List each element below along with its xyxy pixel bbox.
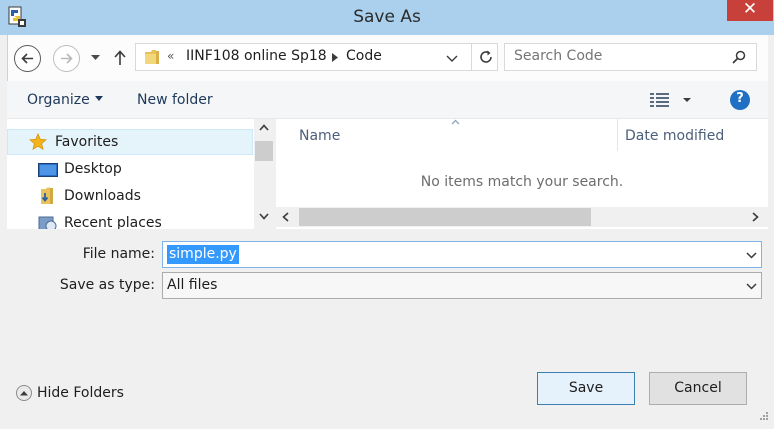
cancel-button[interactable]: Cancel: [649, 372, 747, 405]
save-as-type-label: Save as type:: [59, 277, 155, 293]
back-arrow-icon: [21, 53, 33, 64]
breadcrumb-item[interactable]: Code: [346, 48, 382, 64]
column-header-name[interactable]: Name: [299, 128, 340, 144]
save-as-type-value: All files: [167, 277, 218, 293]
file-name-label: File name:: [82, 246, 155, 262]
navigation-pane[interactable]: Favorites Desktop Downloads Recent place…: [7, 119, 274, 229]
breadcrumb-item[interactable]: IINF108 online Sp18: [186, 48, 327, 64]
desktop-icon: [38, 163, 58, 177]
help-icon: ?: [736, 91, 744, 106]
star-icon: [29, 133, 47, 151]
downloads-folder-icon: [41, 187, 53, 204]
file-list[interactable]: Name Date modified No items match your s…: [276, 119, 768, 229]
column-header-date-modified[interactable]: Date modified: [625, 128, 724, 144]
file-name-input[interactable]: simple.py: [167, 245, 239, 264]
navigation-scrollbar[interactable]: [254, 119, 274, 229]
nav-item-recent-places[interactable]: Recent places: [7, 211, 253, 229]
file-name-combobox[interactable]: simple.py: [162, 241, 762, 268]
nav-item-label: Desktop: [64, 161, 122, 177]
sort-ascending-icon: [451, 119, 460, 125]
scroll-up-arrow-icon[interactable]: [259, 124, 269, 131]
address-bar[interactable]: « IINF108 online Sp18 Code: [135, 43, 498, 71]
window-title: Save As: [353, 7, 421, 27]
scroll-left-arrow-icon[interactable]: [282, 212, 289, 222]
close-button[interactable]: ✕: [727, 0, 773, 21]
scrollbar-thumb[interactable]: [299, 208, 591, 226]
forward-arrow-icon: [61, 53, 73, 64]
nav-item-desktop[interactable]: Desktop: [7, 157, 253, 183]
organize-button[interactable]: Organize: [27, 92, 103, 108]
close-icon: ✕: [742, 0, 758, 19]
help-button[interactable]: ?: [730, 90, 750, 110]
chevron-down-icon[interactable]: [446, 55, 458, 62]
change-view-button[interactable]: [650, 91, 694, 109]
hide-folders-label: Hide Folders: [37, 385, 124, 401]
back-button[interactable]: [14, 45, 41, 72]
search-input[interactable]: [514, 48, 714, 64]
recent-places-icon: [38, 216, 57, 229]
scroll-down-arrow-icon[interactable]: [259, 213, 269, 220]
nav-item-downloads[interactable]: Downloads: [7, 184, 253, 210]
empty-message: No items match your search.: [420, 174, 624, 190]
nav-item-label: Favorites: [55, 134, 119, 150]
nav-item-label: Downloads: [64, 188, 141, 204]
resize-grip-icon[interactable]: [757, 411, 769, 423]
title-bar[interactable]: Save As ✕: [0, 0, 774, 35]
up-arrow-icon[interactable]: [113, 50, 127, 66]
scrollbar-thumb[interactable]: [255, 141, 273, 161]
chevron-down-icon[interactable]: [746, 283, 757, 290]
forward-button[interactable]: [53, 45, 80, 72]
file-list-horizontal-scrollbar[interactable]: [276, 207, 768, 227]
scroll-right-arrow-icon[interactable]: [752, 212, 759, 222]
search-icon[interactable]: [732, 50, 746, 64]
refresh-icon: [480, 50, 492, 63]
caret-down-icon: [94, 96, 103, 101]
collapse-up-icon: [16, 385, 32, 401]
command-bar: Organize New folder ?: [7, 81, 768, 119]
new-folder-button[interactable]: New folder: [137, 92, 213, 108]
breadcrumb-separator-icon[interactable]: [332, 53, 338, 62]
details-view-icon: [650, 93, 691, 107]
save-as-type-select[interactable]: All files: [162, 272, 762, 299]
save-button[interactable]: Save: [537, 372, 635, 405]
column-divider[interactable]: [617, 119, 618, 151]
recent-locations-dropdown-icon[interactable]: [91, 54, 100, 62]
nav-item-label: Recent places: [64, 215, 162, 229]
search-box[interactable]: [504, 43, 757, 71]
refresh-button[interactable]: [471, 44, 498, 70]
folder-icon: [145, 50, 159, 64]
overflow-chevron-icon[interactable]: «: [167, 49, 174, 63]
nav-item-favorites[interactable]: Favorites: [7, 129, 253, 155]
address-row: « IINF108 online Sp18 Code: [7, 35, 768, 81]
organize-label: Organize: [27, 92, 90, 108]
chevron-down-icon[interactable]: [746, 252, 757, 259]
